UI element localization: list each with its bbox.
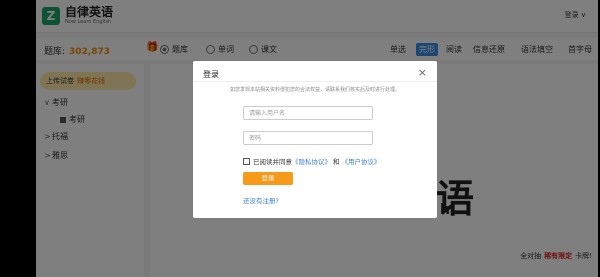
close-icon[interactable]: × xyxy=(418,66,427,79)
privacy-policy-link[interactable]: 《隐私协议》 xyxy=(292,156,331,166)
password-input[interactable] xyxy=(243,131,373,145)
left-letterbox xyxy=(0,0,36,277)
divider xyxy=(193,81,437,82)
and-text: 和 xyxy=(333,158,340,166)
dialog-title: 登录 xyxy=(203,70,219,79)
screen: Z 自律英语 Now Learn English 登录 ∨ 题库:302,873… xyxy=(0,0,600,277)
agreement-row: 已阅读并同意 《隐私协议》 和 《用户协议》 xyxy=(243,156,381,166)
login-button[interactable]: 登录 xyxy=(243,172,293,185)
copyright-notice: 如您发现本站相关资料侵犯您的合法权益，请联系我们核实后及时进行处理。 xyxy=(229,87,400,93)
agree-checkbox[interactable] xyxy=(243,157,250,165)
user-agreement-link[interactable]: 《用户协议》 xyxy=(342,156,381,166)
username-input[interactable] xyxy=(243,106,373,120)
register-link[interactable]: 还没有注册? xyxy=(243,195,279,205)
agree-label: 已阅读并同意 xyxy=(253,158,292,166)
login-dialog: 登录 × 如您发现本站相关资料侵犯您的合法权益，请联系我们核实后及时进行处理。 … xyxy=(193,61,437,218)
